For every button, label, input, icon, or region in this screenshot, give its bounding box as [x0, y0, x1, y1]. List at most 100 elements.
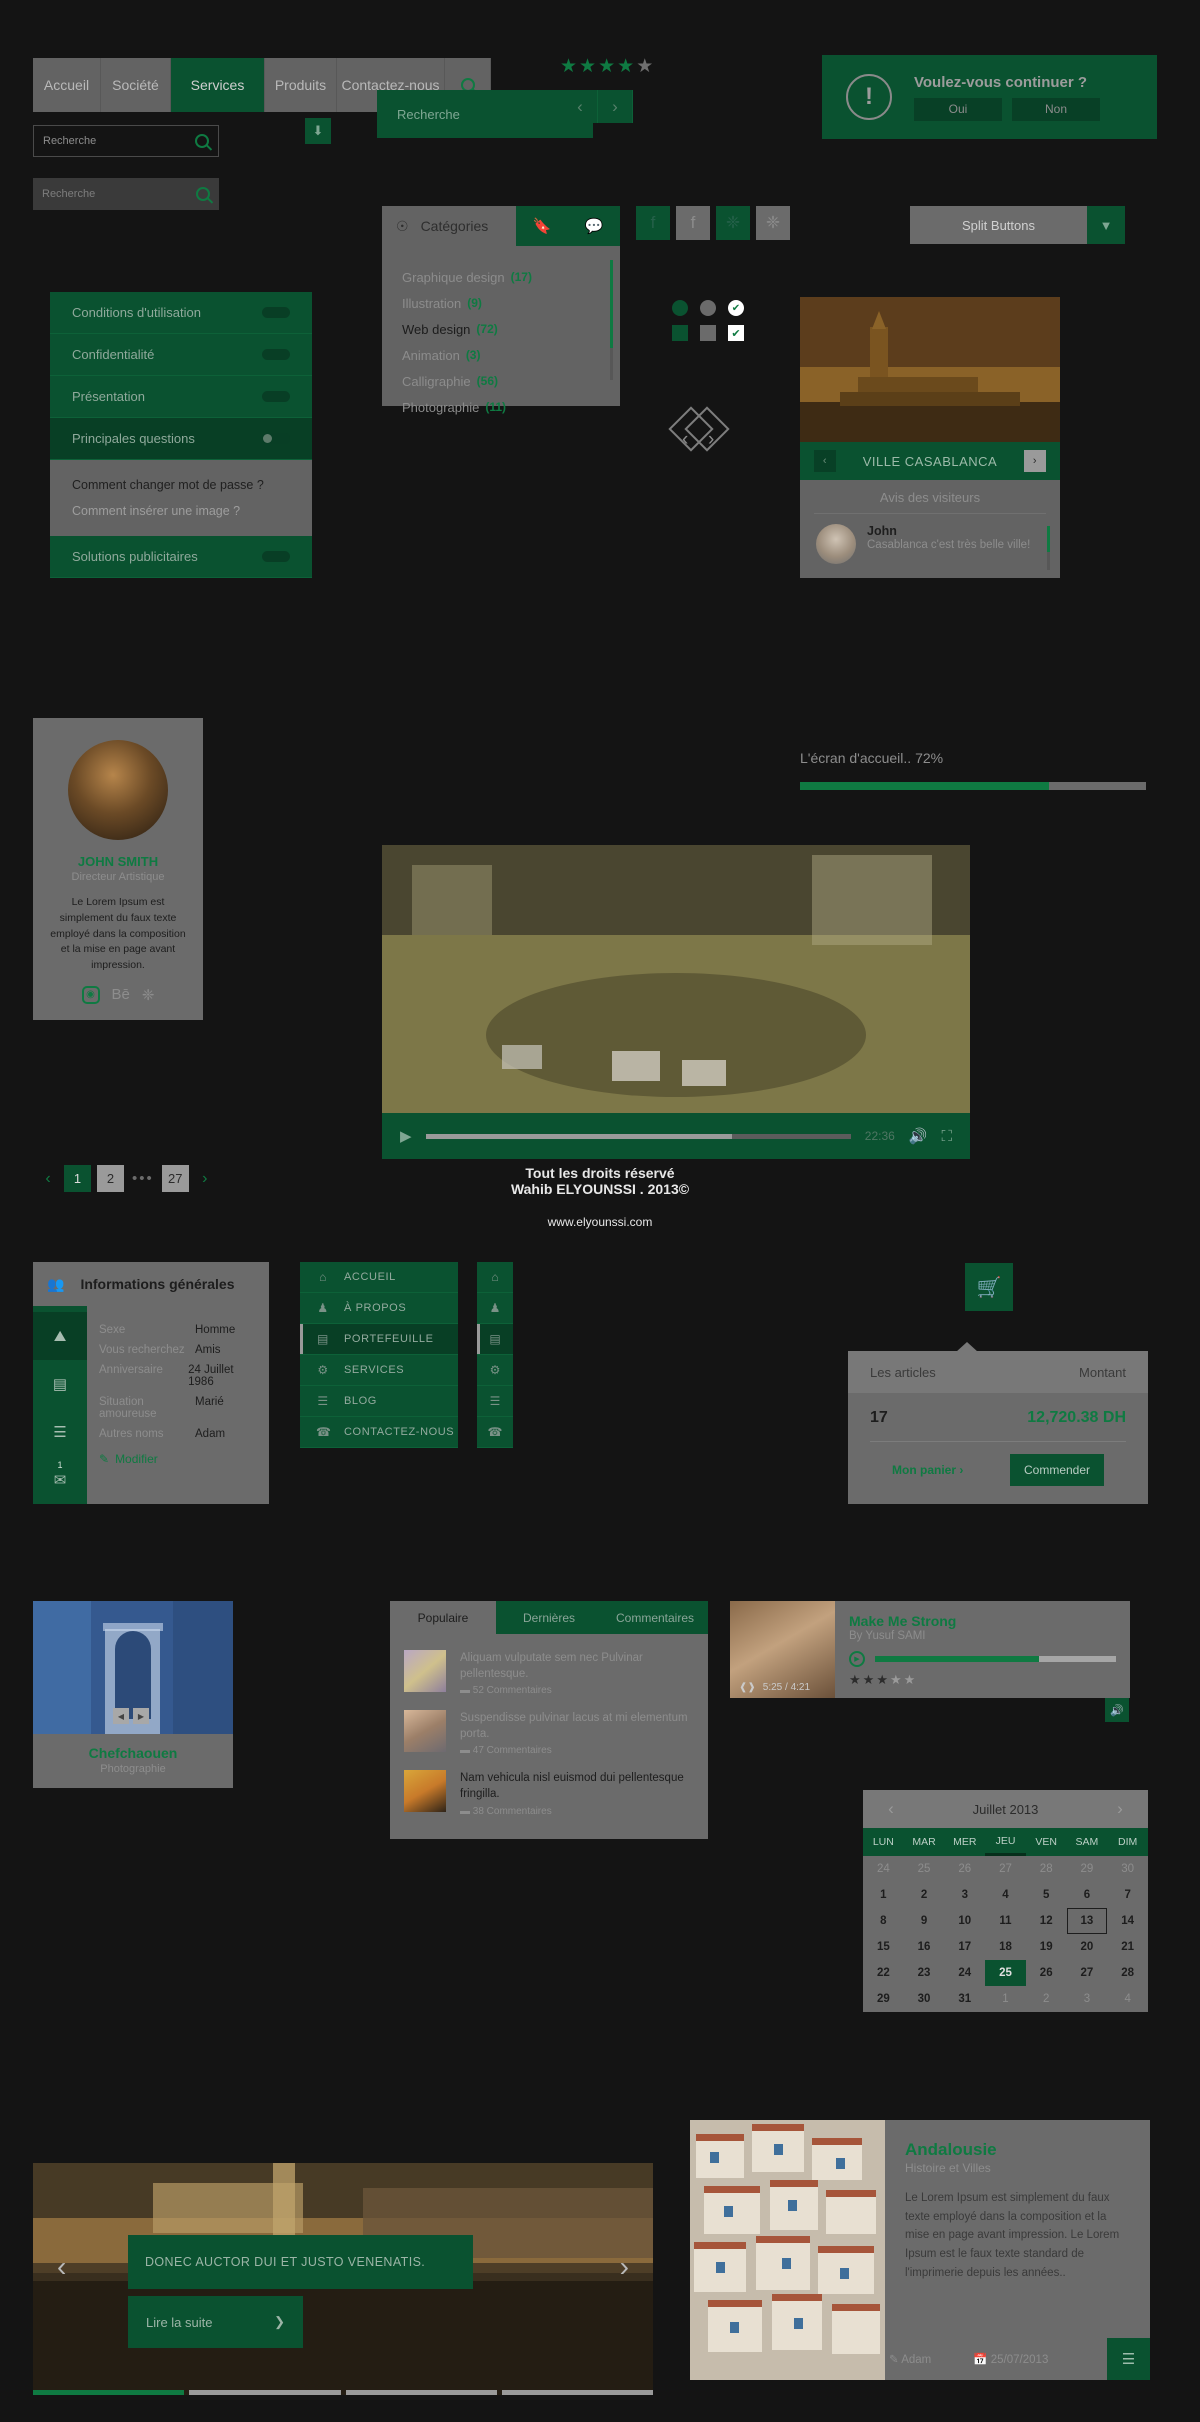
profile-socials[interactable]: ◉ Bē ❈ — [33, 985, 203, 1004]
menu-item--propos[interactable]: ♟ À PROPOS — [300, 1293, 458, 1324]
play-icon[interactable]: ▶ — [400, 1127, 412, 1145]
edit-button[interactable]: ✎ Modifier — [87, 1444, 269, 1466]
nav-item-accueil[interactable]: Accueil — [33, 58, 101, 112]
reviews-scrollbar[interactable] — [1047, 526, 1050, 570]
calendar-day[interactable]: 1 — [985, 1986, 1026, 2012]
toggle-switch[interactable] — [262, 391, 290, 402]
calendar-day[interactable]: 13 — [1066, 1908, 1108, 1934]
shopping-cart-icon[interactable]: 🛒 — [965, 1263, 1013, 1311]
calendar-day[interactable]: 30 — [904, 1986, 945, 2012]
info-icon-rail[interactable]: ⛰ ▤ ☰ ✉ 1 — [33, 1306, 87, 1504]
calendar-day[interactable]: 27 — [1067, 1960, 1108, 1986]
calendar-day[interactable]: 22 — [863, 1960, 904, 1986]
category-item[interactable]: Animation (3) — [382, 342, 620, 368]
slider-dot[interactable] — [501, 2390, 653, 2395]
slider-dot[interactable] — [345, 2390, 497, 2395]
calendar-day[interactable]: 5 — [1026, 1882, 1067, 1908]
calendar-day[interactable]: 26 — [1026, 1960, 1067, 1986]
diamond-nav-arrows[interactable]: ‹ › — [652, 405, 748, 467]
behance-icon[interactable]: Bē — [112, 986, 130, 1004]
music-star-2[interactable]: ★ — [863, 1672, 877, 1687]
side-menu-collapsed[interactable]: ⌂ ♟ ▤ ⚙ ☰ ☎ — [477, 1262, 513, 1448]
star-3[interactable]: ★ — [598, 56, 617, 77]
posts-tab[interactable]: Commentaires — [602, 1601, 708, 1634]
prev-button[interactable]: ‹ — [563, 90, 598, 123]
calendar-day[interactable]: 15 — [863, 1934, 904, 1960]
calendar-day[interactable]: 4 — [1107, 1986, 1148, 2012]
menu-item-accueil[interactable]: ⌂ ACCUEIL — [300, 1262, 458, 1293]
twitter-icon[interactable]: ❈ — [756, 206, 790, 240]
star-1[interactable]: ★ — [560, 56, 579, 77]
home-icon[interactable]: ⌂ — [477, 1262, 513, 1293]
posts-tabs[interactable]: Populaire Dernières Commentaires — [390, 1601, 708, 1634]
briefcase-icon[interactable]: ▤ — [477, 1324, 513, 1355]
social-buttons[interactable]: f f ❈ ❈ — [636, 206, 790, 240]
calendar-day[interactable]: 7 — [1107, 1882, 1148, 1908]
radio-green[interactable] — [672, 300, 688, 316]
music-star-1[interactable]: ★ — [849, 1672, 863, 1687]
calendar-day[interactable]: 2 — [1026, 1986, 1067, 2012]
calendar-day[interactable]: 25 — [985, 1960, 1026, 1986]
search-input-filled[interactable]: Recherche — [33, 178, 219, 210]
search-input-green[interactable]: Recherche — [377, 90, 593, 138]
nav-item-produits[interactable]: Produits — [265, 58, 337, 112]
accordion-header[interactable]: Solutions publicitaires — [50, 536, 312, 578]
post-item[interactable]: Aliquam vulputate sem nec Pulvinar pelle… — [404, 1644, 694, 1704]
split-button[interactable]: Split Buttons ▼ — [910, 206, 1125, 244]
bookmark-icon[interactable]: 🔖 — [516, 206, 568, 246]
casablanca-prev-button[interactable]: ‹ — [814, 450, 836, 472]
calendar-day[interactable]: 3 — [944, 1882, 985, 1908]
phone-icon[interactable]: ☎ — [477, 1417, 513, 1448]
slider-prev-button[interactable]: ‹ — [57, 2251, 66, 2283]
users-icon[interactable]: ♟ — [477, 1293, 513, 1324]
calendar-day[interactable]: 27 — [985, 1856, 1026, 1882]
calendar-day[interactable]: 30 — [1107, 1856, 1148, 1882]
order-button[interactable]: Commender — [1010, 1454, 1104, 1486]
calendar-day[interactable]: 8 — [863, 1908, 904, 1934]
category-item[interactable]: Illustration (9) — [382, 290, 620, 316]
instagram-icon[interactable]: ◉ — [81, 985, 100, 1004]
accordion-header[interactable]: Conditions d'utilisation — [50, 292, 312, 334]
calendar-day[interactable]: 16 — [904, 1934, 945, 1960]
video-controls[interactable]: ▶ 22:36 🔊 ⛶ — [382, 1113, 970, 1159]
video-progress[interactable] — [425, 1133, 851, 1139]
slider-dot[interactable] — [189, 2390, 341, 2395]
calendar-day[interactable]: 1 — [863, 1882, 904, 1908]
confirm-no-button[interactable]: Non — [1012, 97, 1100, 121]
music-star-5[interactable]: ★ — [904, 1672, 918, 1687]
calendar-day[interactable]: 3 — [1067, 1986, 1108, 2012]
checkbox-green[interactable] — [672, 325, 688, 341]
calendar-day[interactable]: 17 — [944, 1934, 985, 1960]
nav-item-services[interactable]: Services — [171, 58, 265, 112]
twitter-icon[interactable]: ❈ — [142, 986, 155, 1004]
toggle-switch[interactable] — [262, 307, 290, 318]
accordion-question[interactable]: Comment changer mot de passe ? — [50, 472, 312, 498]
toggle-switch[interactable] — [262, 349, 290, 360]
calendar-day[interactable]: 26 — [944, 1856, 985, 1882]
calendar-grid[interactable]: 24 25 26 27 28 29 30 1 2 3 4 5 6 7 8 9 10 11 12 13 14 15 16 17 1… — [863, 1856, 1148, 2012]
next-button[interactable]: ▶ — [133, 1708, 149, 1724]
category-item[interactable]: Calligraphie (56) — [382, 368, 620, 394]
calendar-day[interactable]: 23 — [904, 1960, 945, 1986]
gear-icon[interactable]: ⚙ — [477, 1355, 513, 1386]
search-icon[interactable] — [196, 187, 210, 201]
music-star-3[interactable]: ★ — [876, 1672, 890, 1687]
split-button-label[interactable]: Split Buttons — [910, 206, 1087, 244]
my-cart-link[interactable]: Mon panier › — [892, 1463, 963, 1477]
checkbox-checked[interactable]: ✔ — [728, 325, 744, 341]
chevron-down-icon[interactable]: ▼ — [1087, 206, 1125, 244]
slider-dot[interactable] — [33, 2390, 185, 2395]
music-cover-controls[interactable]: ❰❱ 5:25 / 4:21 — [730, 1676, 835, 1698]
mail-icon[interactable]: ✉ 1 — [33, 1456, 87, 1504]
music-star-4[interactable]: ★ — [890, 1672, 904, 1687]
twitter-icon[interactable]: ❈ — [716, 206, 750, 240]
image-icon[interactable]: ⛰ — [33, 1312, 87, 1360]
category-item[interactable]: Graphique design (17) — [382, 264, 620, 290]
calendar-day[interactable]: 10 — [944, 1908, 985, 1934]
calendar-day[interactable]: 25 — [904, 1856, 945, 1882]
star-5[interactable]: ★ — [636, 56, 655, 77]
accordion-header[interactable]: Principales questions — [50, 418, 312, 460]
comment-icon[interactable]: 💬 — [568, 206, 620, 246]
calendar-day[interactable]: 14 — [1107, 1908, 1148, 1934]
confirm-yes-button[interactable]: Oui — [914, 97, 1002, 121]
